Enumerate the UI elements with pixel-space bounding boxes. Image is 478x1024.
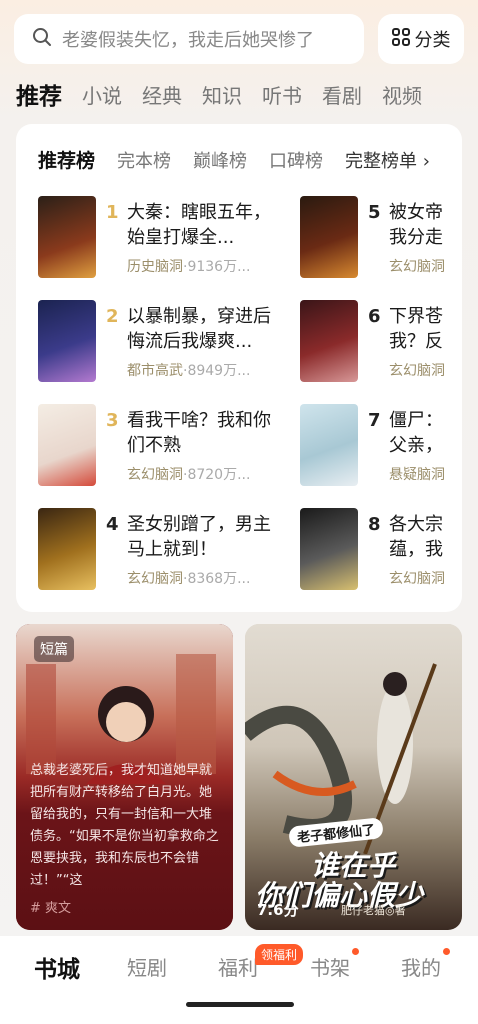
book-category: 历史脑洞 <box>127 259 183 275</box>
tab-drama[interactable]: 看剧 <box>322 80 362 109</box>
tab-video[interactable]: 视频 <box>382 80 422 109</box>
book-cover <box>38 300 96 382</box>
rank-number: 6 <box>368 306 381 327</box>
book-meta: 玄幻脑洞·8368万... <box>127 568 287 588</box>
tab-novel[interactable]: 小说 <box>82 80 122 109</box>
book-category: 玄幻脑洞 <box>389 259 445 275</box>
tab-recommend[interactable]: 推荐 <box>16 77 62 111</box>
search-icon <box>32 27 52 51</box>
book-cover <box>300 300 358 382</box>
rank-number: 5 <box>368 202 381 223</box>
book-title-line1: 各大宗 <box>389 514 443 535</box>
book-title: 僵尸： 父亲， <box>389 408 449 458</box>
search-row: 老婆假装失忆，我走后她哭惨了 分类 <box>14 14 464 64</box>
book-item[interactable]: 1 大秦：瞎眼五年，始皇打爆全... 历史脑洞·9136万... <box>38 196 298 282</box>
novel-author: 肥仔老猫◎著 <box>341 904 406 917</box>
book-title-line1: 僵尸： <box>389 410 443 431</box>
tab-knowledge[interactable]: 知识 <box>202 80 242 109</box>
short-story-card[interactable]: 短篇 总裁老婆死后，我才知道她早就把所有财产转移给了白月光。她留给我的，只有一封… <box>16 624 233 930</box>
grid-icon <box>391 27 410 51</box>
feed-cards: 短篇 总裁老婆死后，我才知道她早就把所有财产转移给了白月光。她留给我的，只有一封… <box>16 624 462 930</box>
nav-bookshelf[interactable]: 书架 <box>310 952 350 981</box>
book-title-line1: 下界苍 <box>389 306 443 327</box>
book-title-line2: 我？反 <box>389 331 443 352</box>
tab-peak-rank[interactable]: 巅峰榜 <box>193 147 247 173</box>
book-title: 圣女别蹭了，男主马上就到！ <box>127 514 271 560</box>
nav-welfare[interactable]: 福利 <box>218 952 258 981</box>
rank-number: 3 <box>106 410 119 431</box>
book-category: 都市高武 <box>127 363 183 379</box>
book-cover <box>38 196 96 278</box>
book-cover <box>300 508 358 590</box>
rank-number: 4 <box>106 514 119 535</box>
welfare-badge: 领福利 <box>255 944 304 965</box>
book-meta: 都市高武·8949万... <box>127 360 287 380</box>
ranking-tabs: 推荐榜 完本榜 巅峰榜 口碑榜 完整榜单 › <box>38 146 452 173</box>
category-button[interactable]: 分类 <box>378 14 464 64</box>
book-category: 玄幻脑洞 <box>389 363 445 379</box>
tab-reputation-rank[interactable]: 口碑榜 <box>269 147 323 173</box>
book-item[interactable]: 4 圣女别蹭了，男主马上就到！ 玄幻脑洞·8368万... <box>38 508 298 594</box>
book-title-line2: 蕴，我 <box>389 539 443 560</box>
full-list-link[interactable]: 完整榜单 › <box>345 147 430 173</box>
book-count: ·9136万... <box>183 259 251 275</box>
book-title: 下界苍我？反 <box>389 304 449 354</box>
book-title-line2: 我分走 <box>389 227 443 248</box>
rank-number: 2 <box>106 306 119 327</box>
notification-dot <box>443 948 450 955</box>
novel-card[interactable]: 老子都修仙了 谁在乎 你们偏心假少 7.6分 肥仔老猫◎著 <box>245 624 462 930</box>
ranking-card: 推荐榜 完本榜 巅峰榜 口碑榜 完整榜单 › 1 大秦：瞎眼五年，始皇打爆全..… <box>16 124 462 612</box>
book-title-line2: 父亲， <box>389 435 443 456</box>
nav-short-drama[interactable]: 短剧 <box>127 952 167 981</box>
book-title: 以暴制暴，穿进后悔流后我爆爽... <box>127 306 271 352</box>
book-item[interactable]: 5 被女帝我分走 玄幻脑洞 <box>300 196 462 282</box>
short-story-excerpt: 总裁老婆死后，我才知道她早就把所有财产转移给了白月光。她留给我的，只有一封信和一… <box>30 763 219 888</box>
notification-dot <box>352 948 359 955</box>
book-meta: 历史脑洞·9136万... <box>127 256 287 276</box>
book-category: 玄幻脑洞 <box>127 467 183 483</box>
short-badge: 短篇 <box>34 636 74 662</box>
book-category: 玄幻脑洞 <box>389 571 445 587</box>
book-meta: 玄幻脑洞·8720万... <box>127 464 287 484</box>
full-list-label: 完整榜单 <box>345 150 418 172</box>
tab-recommend-rank[interactable]: 推荐榜 <box>38 146 95 173</box>
book-title: 大秦：瞎眼五年，始皇打爆全... <box>127 202 271 248</box>
book-item[interactable]: 7 僵尸： 父亲， 悬疑脑洞 <box>300 404 462 490</box>
search-placeholder: 老婆假装失忆，我走后她哭惨了 <box>62 30 314 51</box>
book-title: 各大宗蕴，我 <box>389 512 449 562</box>
book-title: 被女帝 我分走 <box>389 200 449 250</box>
book-count: ·8949万... <box>183 363 251 379</box>
nav-bookstore[interactable]: 书城 <box>34 950 80 984</box>
book-item[interactable]: 6 下界苍我？反 玄幻脑洞 <box>300 300 462 386</box>
tab-audiobook[interactable]: 听书 <box>262 80 302 109</box>
book-cover <box>38 508 96 590</box>
book-count: ·8720万... <box>183 467 251 483</box>
book-item[interactable]: 8 各大宗蕴，我 玄幻脑洞 <box>300 508 462 594</box>
book-cover <box>38 404 96 486</box>
search-input[interactable]: 老婆假装失忆，我走后她哭惨了 <box>14 14 364 64</box>
category-label: 分类 <box>414 30 451 51</box>
rank-number: 8 <box>368 514 381 535</box>
tab-classic[interactable]: 经典 <box>142 80 182 109</box>
book-category: 玄幻脑洞 <box>127 571 183 587</box>
nav-mine[interactable]: 我的 <box>401 952 441 981</box>
book-item[interactable]: 3 看我干啥？我和你们不熟 玄幻脑洞·8720万... <box>38 404 298 490</box>
novel-score: 7.6分 <box>257 901 299 919</box>
home-indicator[interactable] <box>186 1002 294 1007</box>
channel-tabs: 推荐 小说 经典 知识 听书 看剧 视频 <box>16 76 478 112</box>
book-item[interactable]: 2 以暴制暴，穿进后悔流后我爆爽... 都市高武·8949万... <box>38 300 298 386</box>
rank-number: 7 <box>368 410 381 431</box>
short-story-tag: # 爽文 <box>30 901 72 916</box>
book-category: 悬疑脑洞 <box>389 467 445 483</box>
book-title: 看我干啥？我和你们不熟 <box>127 410 271 456</box>
book-title-line1: 被女帝 <box>389 202 443 223</box>
chevron-right-icon: › <box>422 150 430 172</box>
bottom-nav: 书城 短剧 福利 领福利 书架 我的 <box>0 936 478 1024</box>
book-cover <box>300 404 358 486</box>
tab-complete-rank[interactable]: 完本榜 <box>117 147 171 173</box>
book-cover <box>300 196 358 278</box>
book-count: ·8368万... <box>183 571 251 587</box>
rank-number: 1 <box>106 202 119 223</box>
